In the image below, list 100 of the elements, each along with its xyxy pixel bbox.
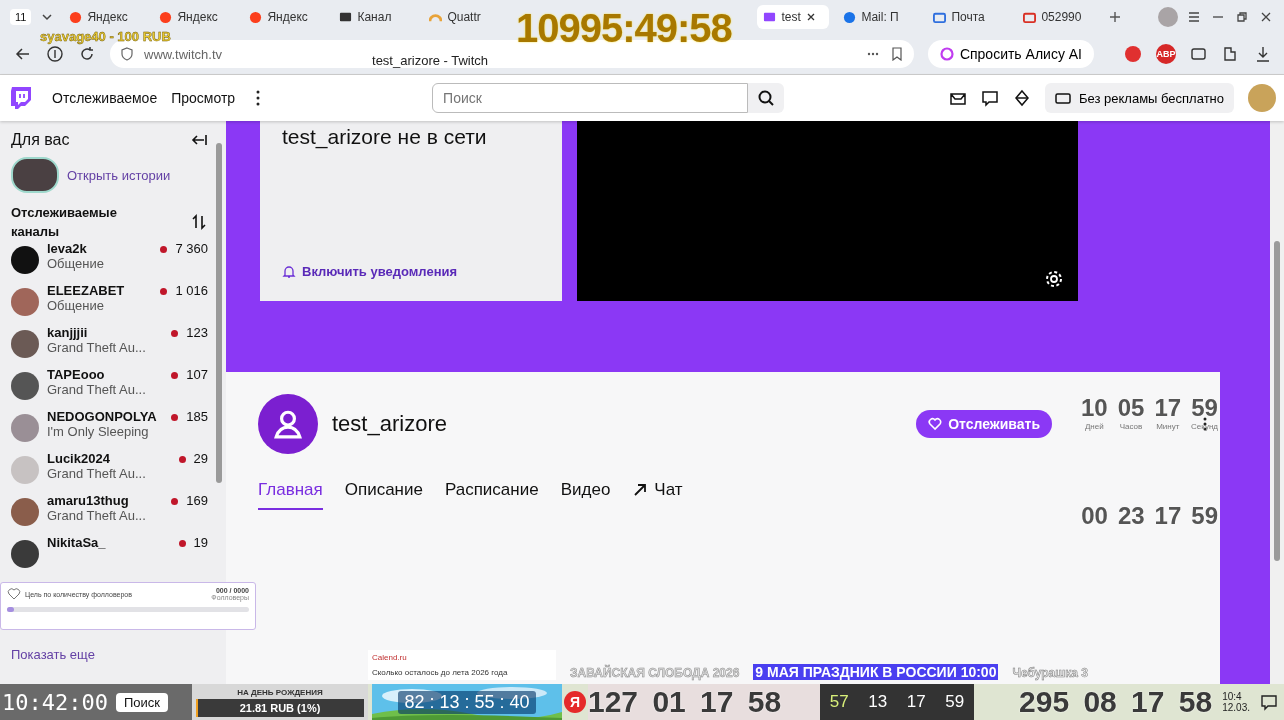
avatar	[11, 456, 39, 484]
countdown-timer: 295 08 17 58	[1019, 685, 1213, 719]
countdown-unit: Секунд	[1191, 422, 1218, 431]
ask-alice-button[interactable]: Спросить Алису AI	[927, 40, 1094, 68]
channel-avatar[interactable]	[258, 394, 318, 454]
scrollbar[interactable]	[216, 143, 222, 483]
channel-tab[interactable]: Главная	[258, 480, 323, 510]
close-icon[interactable]	[805, 12, 816, 22]
notification-icon[interactable]	[1260, 693, 1278, 711]
yandex-icon	[159, 10, 173, 24]
follow-button[interactable]: Отслеживать	[916, 410, 1052, 438]
live-dot-icon	[160, 288, 168, 295]
channel-item[interactable]: NikitaSa_ 19	[11, 535, 208, 577]
yandex-icon[interactable]	[46, 45, 64, 63]
heart-icon	[7, 587, 21, 601]
browser-tab[interactable]: Mail: П	[837, 5, 920, 29]
countdown-digits: 10	[1081, 394, 1108, 422]
bell-icon	[282, 264, 296, 279]
diamond-icon[interactable]	[1013, 89, 1031, 107]
extension-icon[interactable]	[1124, 45, 1142, 63]
browser-tab[interactable]: Яндекс	[63, 5, 146, 29]
avatar	[11, 540, 39, 568]
browser-tab[interactable]: Яндекс	[153, 5, 236, 29]
avatar	[11, 330, 39, 358]
browser-tab[interactable]: Канал	[333, 5, 416, 29]
live-dot-icon	[178, 540, 186, 547]
channel-tab[interactable]: Чат	[632, 480, 683, 510]
donation-amount: 21.81 RUB (1%)	[239, 701, 321, 714]
site-icon	[1023, 10, 1037, 24]
stories-link[interactable]: Открыть истории	[67, 167, 171, 183]
channel-item[interactable]: TAPEooo Grand Theft Au... 107	[11, 367, 208, 409]
live-dot-icon	[160, 246, 168, 253]
countdown-timer: 127 01 17 58	[588, 685, 782, 719]
countdown-digits: 17	[906, 692, 926, 712]
channel-tab[interactable]: Расписание	[444, 480, 539, 510]
channel-tab[interactable]: Описание	[344, 480, 423, 510]
browser-tab[interactable]: Quattr	[423, 5, 506, 29]
avatar[interactable]	[11, 157, 59, 193]
ticker-highlight: 9 МАЯ ПРАЗДНИК В РОССИИ 10:00	[753, 664, 999, 680]
live-dot-icon	[171, 372, 179, 379]
browser-tab[interactable]: Почта	[927, 5, 1010, 29]
scrollbar[interactable]	[1274, 241, 1280, 561]
settings-icon[interactable]	[1044, 269, 1064, 289]
menu-icon[interactable]	[1186, 9, 1202, 25]
site-icon	[763, 10, 777, 24]
alice-icon	[939, 47, 954, 61]
taskbar-search[interactable]: Поиск	[115, 692, 168, 712]
nav-link[interactable]: Отслеживаемое	[52, 90, 158, 106]
channel-item[interactable]: Lucik2024 Grand Theft Au... 29	[11, 451, 208, 493]
channel-item[interactable]: ELEEZABET Общение 1 016	[11, 283, 208, 325]
countdown-digits: 13	[868, 692, 888, 712]
nav-link[interactable]: Просмотр	[171, 90, 236, 106]
live-dot-icon	[171, 498, 179, 505]
twitch-logo-icon[interactable]	[10, 86, 32, 110]
channel-item[interactable]: kanjjjii Grand Theft Au... 123	[11, 325, 208, 367]
bookmark-icon[interactable]	[889, 47, 904, 61]
yandex-logo: Я	[564, 691, 586, 713]
countdown-digits: 17	[1154, 502, 1182, 530]
countdown-digits: 59	[1191, 502, 1218, 530]
countdown-unit: Часов	[1119, 422, 1143, 431]
channel-name: test_arizore	[332, 411, 447, 437]
browser-tab[interactable]: 052990	[1017, 5, 1100, 29]
channel-item[interactable]: leva2k Общение 7 360	[11, 241, 208, 283]
channel-item[interactable]: amaru13thug Grand Theft Au... 169	[11, 493, 208, 535]
browser-tab[interactable]: test	[757, 5, 830, 29]
monitor-icon	[339, 10, 353, 24]
show-more-link[interactable]: Показать еще	[11, 647, 208, 662]
chat-bubble-icon[interactable]	[981, 89, 999, 107]
avatar	[11, 372, 39, 400]
live-dot-icon	[171, 414, 179, 421]
channel-tab[interactable]: Видео	[560, 480, 611, 510]
notifications-link[interactable]: Включить уведомления	[282, 264, 540, 279]
tab-count[interactable]: 11	[10, 9, 32, 25]
search-field[interactable]: Поиск	[432, 83, 749, 113]
countdown-timer: 82 : 13 : 55 : 40	[398, 690, 536, 714]
cards-icon[interactable]	[1190, 45, 1208, 63]
countdown-unit: Дней	[1084, 422, 1104, 431]
avatar	[11, 498, 39, 526]
adblock-icon[interactable]: ABP	[1156, 44, 1176, 64]
ticket-icon	[1055, 90, 1071, 106]
search-button[interactable]	[748, 83, 785, 113]
clock: 10:42:00	[2, 689, 108, 715]
restore-icon[interactable]	[1234, 9, 1250, 25]
channel-item[interactable]: NEDOGONPOLYA I'm Only Sleeping 185	[11, 409, 208, 451]
mail-icon	[933, 10, 947, 24]
reload-icon[interactable]	[78, 45, 96, 63]
browser-tab[interactable]: Яндекс	[243, 5, 326, 29]
download-icon[interactable]	[1254, 45, 1272, 63]
avatar	[11, 246, 39, 274]
countdown-digits: 17	[1154, 394, 1182, 422]
headline: Сколько осталось до лета 2026 года	[372, 668, 509, 677]
ad-free-button[interactable]: Без рекламы бесплатно	[1045, 83, 1234, 113]
live-dot-icon	[171, 330, 179, 337]
countdown-digits: 57	[829, 692, 849, 712]
sort-icon[interactable]	[190, 213, 208, 231]
search-icon	[757, 89, 776, 107]
sidebar-title: Для вас	[11, 131, 70, 149]
countdown-unit: Минут	[1156, 422, 1180, 431]
countdown-digits: 00	[1081, 502, 1108, 530]
person-icon	[272, 408, 304, 440]
